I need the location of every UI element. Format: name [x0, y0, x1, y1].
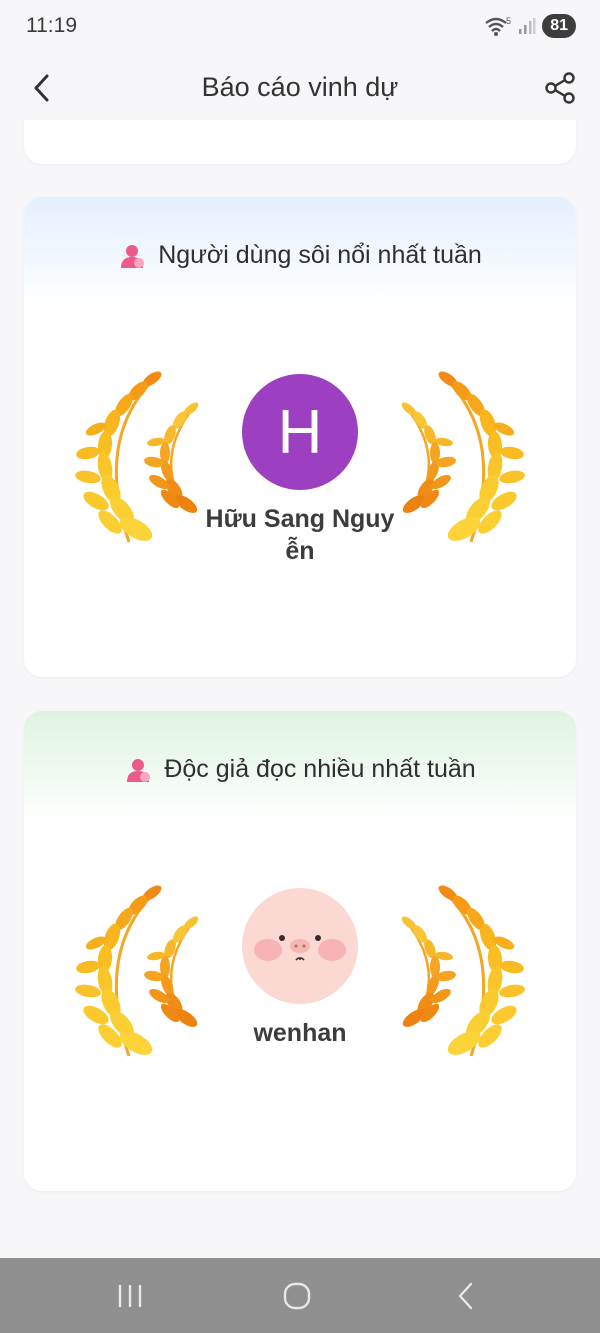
user-icon	[127, 758, 151, 782]
laurel-right-icon	[398, 367, 526, 548]
recent-apps-button[interactable]	[100, 1276, 160, 1316]
status-bar: 11:19 5 81	[0, 0, 600, 56]
pig-face-icon	[254, 935, 346, 961]
nav-back-button[interactable]	[436, 1276, 496, 1316]
home-icon	[283, 1282, 311, 1310]
laurel-left-icon	[74, 367, 202, 548]
card-header: Người dùng sôi nổi nhất tuần	[24, 241, 576, 270]
header: Báo cáo vinh dự	[0, 56, 600, 120]
nav-back-icon	[458, 1282, 473, 1310]
wifi-label: 5	[506, 16, 511, 26]
user-name[interactable]: wenhan	[200, 1017, 400, 1049]
top-reader-card: Độc giả đọc nhiều nhất tuần wenhan	[24, 711, 576, 1191]
battery-badge: 81	[542, 14, 576, 38]
signal-icon	[519, 18, 536, 34]
previous-card	[24, 120, 576, 164]
status-time: 11:19	[26, 14, 77, 37]
card-title: Độc giả đọc nhiều nhất tuần	[164, 755, 476, 783]
card-title: Người dùng sôi nổi nhất tuần	[158, 241, 482, 269]
home-button[interactable]	[267, 1276, 327, 1316]
avatar[interactable]	[242, 888, 358, 1004]
page-title: Báo cáo vinh dự	[201, 72, 399, 102]
status-icons: 5 81	[484, 14, 576, 38]
user-icon	[121, 244, 145, 268]
active-user-card: Người dùng sôi nổi nhất tuần H Hữu Sang …	[24, 197, 576, 677]
share-button[interactable]	[540, 68, 580, 108]
user-name[interactable]: Hữu Sang Nguyễn	[200, 503, 400, 567]
avatar[interactable]: H	[242, 374, 358, 490]
wifi-icon: 5	[485, 16, 511, 36]
recent-apps-icon	[118, 1285, 142, 1307]
laurel-left-icon	[74, 881, 202, 1062]
share-icon	[545, 72, 575, 104]
card-header: Độc giả đọc nhiều nhất tuần	[24, 755, 576, 784]
system-nav-bar	[0, 1258, 600, 1333]
laurel-right-icon	[398, 881, 526, 1062]
